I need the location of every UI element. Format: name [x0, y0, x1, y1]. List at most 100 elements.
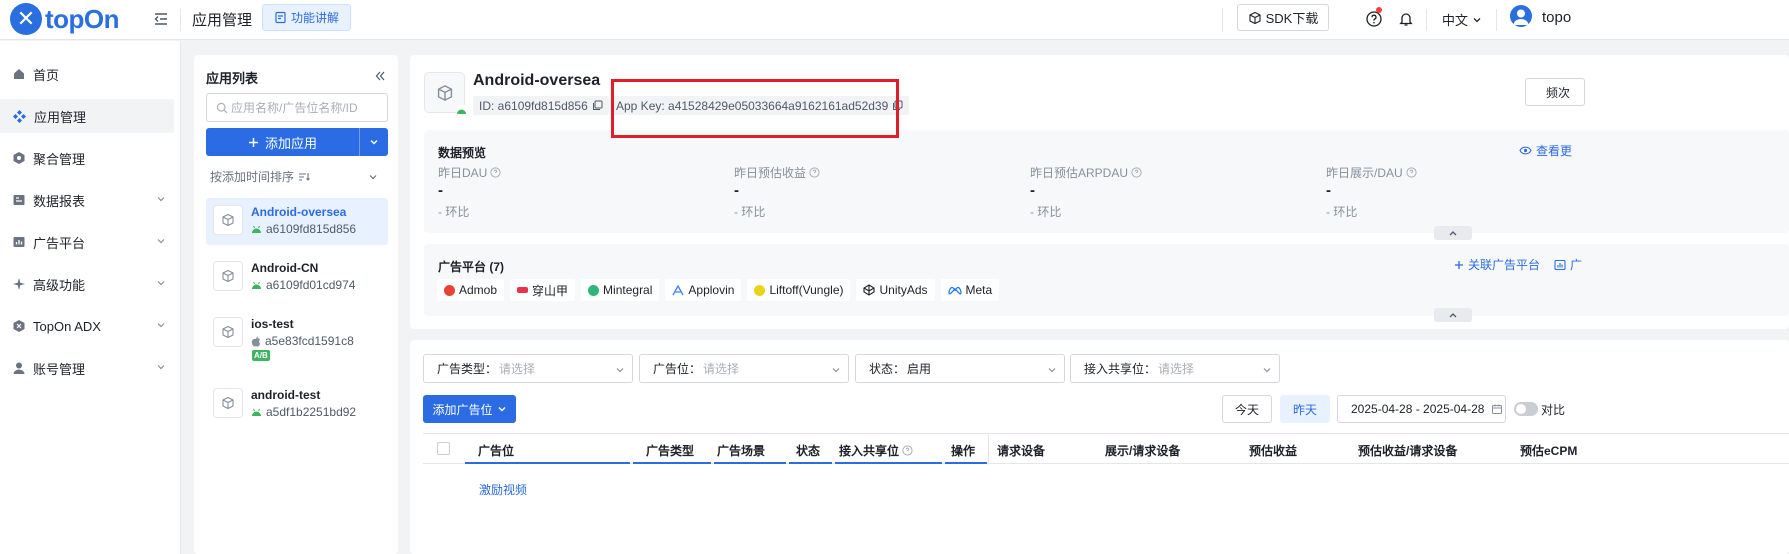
column-header[interactable]: 状态: [796, 442, 820, 459]
compare-toggle[interactable]: [1514, 402, 1538, 416]
sdk-download-button[interactable]: SDK下载: [1237, 4, 1329, 31]
sidebar-item-account[interactable]: 账号管理: [0, 351, 174, 385]
placement-name-link[interactable]: 激励视频: [479, 481, 527, 498]
app-cube-icon: [213, 388, 243, 418]
logo[interactable]: ✕ topOn: [10, 3, 120, 35]
help-icon[interactable]: [490, 167, 501, 178]
copy-icon[interactable]: [592, 100, 603, 111]
platform-chip-liftoff[interactable]: Liftoff(Vungle): [747, 279, 851, 301]
sparkle-icon: [13, 278, 25, 290]
frequency-button[interactable]: 频次: [1525, 78, 1585, 106]
app-id-text: ID: a6109fd815d856: [479, 98, 588, 113]
column-header-shared[interactable]: 接入共享位: [839, 442, 913, 459]
column-underline: [633, 462, 711, 464]
app-cube-icon: [424, 72, 467, 115]
sidebar-item-reports[interactable]: 数据报表: [0, 183, 174, 217]
column-header[interactable]: 广告类型: [646, 442, 694, 459]
sidebar-item-ad-platforms[interactable]: 广告平台: [0, 225, 174, 259]
chevron-down-icon: [616, 368, 624, 373]
ad-platform-links: 关联广告平台 广: [1454, 256, 1582, 273]
app-id-row: a6109fd01cd974: [251, 278, 355, 292]
help-icon[interactable]: [809, 167, 820, 178]
chevron-down-icon[interactable]: [368, 172, 378, 182]
chevron-up-icon: [1449, 231, 1457, 236]
app-search-input[interactable]: 应用名称/广告位名称/ID: [206, 93, 388, 122]
column-header[interactable]: 操作: [951, 442, 975, 459]
platform-chip-admob[interactable]: Admob: [437, 279, 505, 301]
collapse-menu-icon[interactable]: [152, 10, 172, 30]
app-name: android-test: [251, 388, 321, 402]
collapse-panel-icon[interactable]: [374, 70, 386, 82]
yesterday-button[interactable]: 昨天: [1280, 395, 1330, 423]
search-icon: [216, 102, 228, 114]
bell-icon[interactable]: [1397, 10, 1415, 28]
app-list-item[interactable]: android-test a5df1b2251bd92: [206, 381, 388, 428]
app-list-item[interactable]: ios-test a5e83fcd1591c8 A/B: [206, 310, 388, 370]
add-app-main[interactable]: 添加应用: [206, 128, 360, 156]
platform-chip-unityads[interactable]: UnityAds: [856, 279, 935, 301]
collapse-platforms-button[interactable]: [1434, 308, 1472, 322]
chevron-up-icon: [1449, 313, 1457, 318]
collapse-preview-button[interactable]: [1434, 226, 1472, 240]
app-list-item[interactable]: Android-CN a6109fd01cd974: [206, 254, 388, 301]
filter-value: 启用: [907, 362, 932, 376]
help-icon[interactable]: [1406, 167, 1417, 178]
app-list-item[interactable]: Android-oversea a6109fd815d856: [206, 198, 388, 245]
platform-chip-pangle[interactable]: 穿山甲: [510, 279, 576, 301]
date-range-picker[interactable]: 2025-04-28 - 2025-04-28: [1337, 395, 1506, 423]
metric-label: 昨日DAU: [438, 166, 488, 180]
metric-impressions-per-dau: 昨日展示/DAU - - 环比: [1326, 164, 1417, 220]
username[interactable]: topo: [1542, 9, 1571, 26]
logo-mark-icon: ✕: [10, 3, 42, 35]
platform-chip-applovin[interactable]: Applovin: [665, 279, 742, 301]
app-id: a6109fd01cd974: [266, 278, 356, 292]
notification-dot: [1376, 7, 1382, 13]
add-app-dropdown[interactable]: [360, 137, 388, 147]
column-header[interactable]: 请求设备: [997, 442, 1045, 459]
select-all-checkbox[interactable]: [437, 442, 450, 455]
sidebar-item-label: 应用管理: [34, 109, 87, 125]
ad-type-filter[interactable]: 广告类型： 请选择: [423, 354, 633, 383]
admob-icon: [444, 284, 455, 296]
app-cube-icon: [213, 261, 243, 291]
metric-revenue: 昨日预估收益 - - 环比: [734, 164, 820, 220]
filter-placeholder: 请选择: [499, 362, 536, 376]
sort-select[interactable]: 按添加时间排序: [210, 168, 310, 185]
column-header[interactable]: 预估eCPM: [1520, 442, 1577, 459]
column-header[interactable]: 展示/请求设备: [1105, 442, 1180, 459]
sidebar-item-topon-adx[interactable]: TopOn ADX: [0, 309, 174, 343]
language-select[interactable]: 中文: [1442, 10, 1482, 29]
metric-label: 昨日预估ARPDAU: [1030, 166, 1129, 180]
metric-value: -: [438, 182, 443, 199]
column-header[interactable]: 预估收益: [1249, 442, 1297, 459]
avatar[interactable]: [1510, 5, 1532, 27]
platform-name: Applovin: [688, 283, 735, 297]
chevron-down-icon: [1263, 368, 1271, 373]
platform-more-link[interactable]: 广: [1554, 256, 1582, 273]
column-header[interactable]: 广告位: [478, 442, 514, 459]
chevron-down-icon: [832, 368, 840, 373]
sidebar-item-mediation[interactable]: 聚合管理: [0, 141, 174, 175]
associate-platform-link[interactable]: 关联广告平台: [1454, 256, 1540, 273]
placements-panel: 广告类型： 请选择 广告位： 请选择 状态： 启用 接入共享位： 请选择 添加广告位 今…: [410, 340, 1789, 554]
shared-placement-filter[interactable]: 接入共享位： 请选择: [1070, 354, 1280, 383]
app-id-row: a5e83fcd1591c8: [251, 334, 354, 348]
column-header[interactable]: 广告场景: [717, 442, 765, 459]
sidebar-item-advanced[interactable]: 高级功能: [0, 267, 174, 301]
add-placement-button[interactable]: 添加广告位: [423, 395, 516, 423]
metric-comparison: - 环比: [734, 205, 766, 219]
platform-chip-meta[interactable]: Meta: [940, 279, 1000, 301]
status-filter[interactable]: 状态： 启用: [855, 354, 1065, 383]
sidebar-item-app-management[interactable]: 应用管理: [0, 99, 174, 133]
column-header[interactable]: 预估收益/请求设备: [1358, 442, 1457, 459]
filter-label: 广告类型：: [437, 362, 498, 376]
sidebar-item-home[interactable]: 首页: [0, 57, 174, 91]
help-icon[interactable]: [1131, 167, 1142, 178]
feature-guide-button[interactable]: 功能讲解: [262, 4, 352, 31]
platform-name: Meta: [965, 283, 993, 297]
today-button[interactable]: 今天: [1222, 395, 1272, 423]
add-app-button[interactable]: 添加应用: [206, 128, 388, 156]
view-more-link[interactable]: 查看更: [1519, 142, 1572, 159]
platform-chip-mintegral[interactable]: Mintegral: [581, 279, 660, 301]
placement-filter[interactable]: 广告位： 请选择: [639, 354, 849, 383]
